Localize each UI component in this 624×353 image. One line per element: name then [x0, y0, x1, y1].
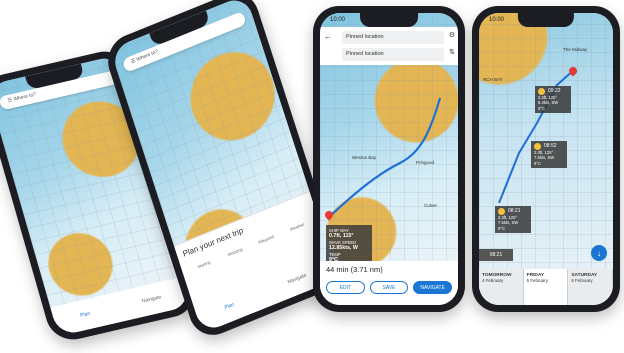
day-tab[interactable]: TOMORROW 4 February [479, 269, 524, 305]
weather-tag[interactable]: 09:22 2.3ft, 125° 8.4kts, SW 9°C [535, 86, 571, 114]
sun-icon [498, 208, 505, 215]
wx-time: 09:22 [548, 88, 561, 95]
info-value: 0.7ft, 115° [329, 233, 354, 240]
route-from-field[interactable]: Pinned location [342, 31, 444, 44]
edit-button[interactable]: EDIT [326, 281, 365, 294]
info-value: 12.85kts, W [329, 245, 358, 252]
day-date: 4 February [482, 278, 504, 283]
day-selector: TOMORROW 4 February FRIDAY 5 February SA… [479, 269, 613, 305]
phone-4-screen: 10:00 RCH BAY The Midway 09:22 2.3ft, 12… [479, 13, 613, 305]
weather-tag[interactable]: 08:52 2.3ft, 125° 7.5kts, SW 9°C [531, 141, 567, 169]
day-tab[interactable]: SATURDAY 6 February [568, 269, 613, 305]
download-fab[interactable]: ↓ [591, 245, 607, 261]
route-actions: EDIT SAVE NAVIGATE [326, 281, 453, 294]
map-label: The Midway [563, 47, 588, 52]
gear-icon[interactable]: ⚙ [449, 31, 455, 39]
phone-4: 10:00 RCH BAY The Midway 09:22 2.3ft, 12… [472, 6, 620, 312]
day-tab[interactable]: FRIDAY 5 February [523, 269, 569, 305]
current-time-chip[interactable]: 08:21 [479, 249, 513, 261]
download-icon: ↓ [597, 248, 601, 258]
sun-icon [538, 88, 545, 95]
map-label: Culver [424, 203, 438, 208]
map-label: Weston Bay [352, 155, 377, 160]
wx-line: 9°C [534, 160, 542, 166]
route-to-field[interactable]: Pinned location [342, 48, 444, 61]
marketing-composite: ☰ Where to? Plan Navigate ☰ Where to? Pl… [0, 0, 624, 353]
nav-navigate[interactable]: Navigate [141, 294, 162, 304]
search-placeholder: Where to? [12, 91, 37, 103]
plan-option[interactable]: Weather [281, 218, 314, 235]
back-arrow-icon[interactable]: ← [324, 32, 332, 41]
route-panel: ← Pinned location Pinned location ⚙ ⇅ [320, 27, 458, 65]
day-date: 6 February [571, 278, 593, 283]
plan-option[interactable]: Starting [188, 256, 221, 273]
nav-navigate[interactable]: Navigate [287, 272, 307, 285]
swap-icon[interactable]: ⇅ [449, 48, 455, 56]
save-button[interactable]: SAVE [369, 281, 409, 294]
wx-line: 9°C [498, 225, 506, 231]
plan-option[interactable]: Stopping [219, 243, 252, 260]
route-footer: 44 min (3.71 nm) EDIT SAVE NAVIGATE [320, 261, 458, 305]
weather-tag[interactable]: 08:21 2.3ft, 125° 7.5kts, SW 9°C [495, 206, 531, 234]
wx-line: 9°C [538, 105, 546, 111]
map-label: RCH BAY [483, 77, 503, 82]
phone-3: 10:00 ← Pinned location Pinned location … [313, 6, 465, 312]
phone-3-screen: 10:00 ← Pinned location Pinned location … [320, 13, 458, 305]
nav-plan[interactable]: Plan [224, 302, 235, 311]
nav-plan[interactable]: Plan [80, 311, 91, 319]
status-time: 10:00 [489, 17, 505, 23]
plan-option[interactable]: Waypoint [250, 231, 283, 248]
map-label: Pringood [416, 160, 435, 165]
wx-time: 08:21 [508, 208, 521, 215]
notch [360, 13, 418, 27]
status-time: 10:00 [330, 17, 346, 23]
sun-icon [534, 143, 541, 150]
day-date: 5 February [526, 278, 548, 283]
notch [517, 13, 575, 27]
route-duration: 44 min (3.71 nm) [326, 265, 383, 274]
navigate-button[interactable]: NAVIGATE [413, 281, 453, 294]
wx-time: 08:52 [544, 143, 557, 150]
